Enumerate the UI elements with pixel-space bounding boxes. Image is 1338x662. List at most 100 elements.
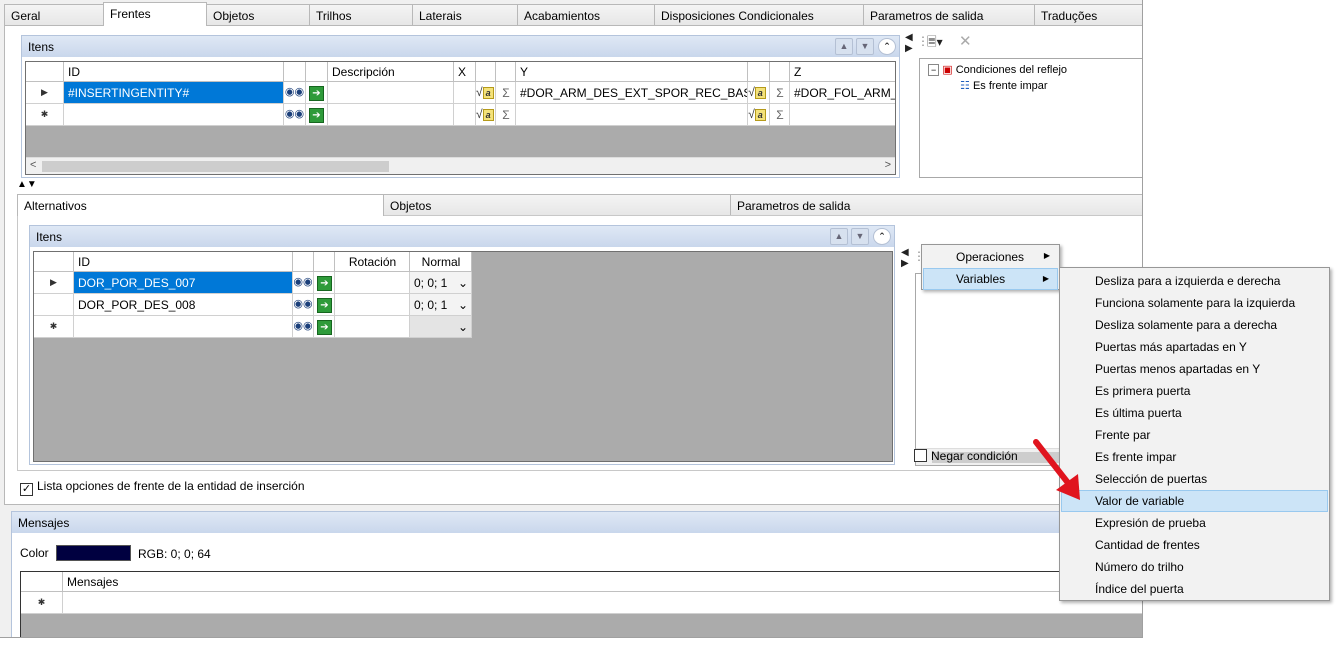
variable-item[interactable]: Desliza para a izquierda e derecha bbox=[1061, 270, 1328, 292]
go-arrow-icon[interactable]: ➔ bbox=[306, 82, 328, 104]
sigma-icon[interactable]: Σ bbox=[770, 82, 790, 104]
new-condition-icon[interactable]: 🗏▾ bbox=[927, 33, 943, 54]
sqrt-formula-icon[interactable]: √ a bbox=[476, 82, 496, 104]
variable-item[interactable]: Funciona solamente para la izquierda bbox=[1061, 292, 1328, 314]
item-id-cell[interactable]: #INSERTINGENTITY# bbox=[64, 82, 284, 104]
normal-dropdown[interactable]: ⌄ bbox=[410, 316, 472, 338]
variable-item[interactable]: Selección de puertas bbox=[1061, 468, 1328, 490]
tree-root[interactable]: − ▣ Condiciones del reflejo bbox=[928, 63, 1067, 76]
tree-child[interactable]: ☷ Es frente impar bbox=[960, 79, 1048, 92]
tab-objetos[interactable]: Objetos bbox=[206, 4, 310, 26]
checkbox-box[interactable] bbox=[914, 449, 927, 462]
binoculars-icon[interactable]: ◉◉ bbox=[293, 294, 314, 316]
move-up-icon[interactable]: ▲ bbox=[830, 228, 848, 245]
chevron-down-icon[interactable]: ⌄ bbox=[458, 320, 468, 337]
variable-item[interactable]: Expresión de prueba bbox=[1061, 512, 1328, 534]
message-cell[interactable] bbox=[63, 592, 1142, 614]
table-row[interactable]: ✱ ◉◉ ➔ ⌄ bbox=[34, 316, 472, 338]
col-normal[interactable]: Normal bbox=[410, 252, 472, 272]
collapse-icon[interactable]: ⌃ bbox=[878, 38, 896, 55]
table-row[interactable]: DOR_POR_DES_008 ◉◉ ➔ 0; 0; 1 ⌄ bbox=[34, 294, 472, 316]
delete-condition-icon[interactable]: ✕ bbox=[959, 32, 972, 50]
tab-alternativos[interactable]: Alternativos bbox=[17, 194, 384, 216]
variable-item-valor-de-variable[interactable]: Valor de variable bbox=[1061, 490, 1328, 512]
item-descripcion-cell[interactable] bbox=[328, 82, 454, 104]
move-down-icon[interactable]: ▼ bbox=[851, 228, 869, 245]
sigma-icon[interactable]: Σ bbox=[496, 82, 516, 104]
tab-parametros-de-salida[interactable]: Parametros de salida bbox=[863, 4, 1035, 26]
variable-item[interactable]: Es primera puerta bbox=[1061, 380, 1328, 402]
go-arrow-icon[interactable]: ➔ bbox=[314, 272, 335, 294]
col-z[interactable]: Z bbox=[790, 62, 895, 82]
alt-rotacion-cell[interactable] bbox=[335, 272, 410, 294]
move-up-icon[interactable]: ▲ bbox=[835, 38, 853, 55]
item-y-cell[interactable] bbox=[516, 104, 748, 126]
tab-geral[interactable]: Geral bbox=[4, 4, 104, 26]
tab-traducoes[interactable]: Traduções bbox=[1034, 4, 1142, 26]
alt-id-cell[interactable]: DOR_POR_DES_007 bbox=[74, 272, 293, 294]
color-swatch[interactable] bbox=[56, 545, 131, 561]
tab-trilhos[interactable]: Trilhos bbox=[309, 4, 413, 26]
tab-acabamientos[interactable]: Acabamientos bbox=[517, 4, 655, 26]
table-row[interactable]: ▶ #INSERTINGENTITY# ◉◉ ➔ √ a Σ #DOR_ARM_D… bbox=[26, 82, 895, 104]
sigma-icon[interactable]: Σ bbox=[770, 104, 790, 126]
variable-item[interactable]: Índice del puerta bbox=[1061, 578, 1328, 600]
items-horizontal-scrollbar[interactable]: < > bbox=[26, 157, 895, 174]
collapse-left-icon[interactable]: ◀ ▶ bbox=[901, 247, 909, 269]
menu-item-variables[interactable]: Variables ▶ bbox=[923, 268, 1058, 290]
tab-sub-objetos[interactable]: Objetos bbox=[383, 194, 731, 216]
go-arrow-icon[interactable]: ➔ bbox=[306, 104, 328, 126]
variable-item[interactable]: Cantidad de frentes bbox=[1061, 534, 1328, 556]
alt-rotacion-cell[interactable] bbox=[335, 316, 410, 338]
scroll-left-icon[interactable]: < bbox=[30, 159, 36, 171]
collapse-left-icon[interactable]: ◀ ▶ bbox=[905, 32, 913, 54]
normal-dropdown[interactable]: 0; 0; 1 ⌄ bbox=[410, 294, 472, 316]
checkmark-icon[interactable]: ✓ bbox=[20, 483, 33, 496]
go-arrow-icon[interactable]: ➔ bbox=[314, 294, 335, 316]
item-x-cell[interactable] bbox=[454, 82, 476, 104]
item-descripcion-cell[interactable] bbox=[328, 104, 454, 126]
alt-id-cell[interactable] bbox=[74, 316, 293, 338]
sqrt-formula-icon[interactable]: √ a bbox=[748, 104, 770, 126]
item-x-cell[interactable] bbox=[454, 104, 476, 126]
item-z-cell[interactable]: #DOR_FOL_ARM_IN bbox=[790, 82, 895, 104]
scroll-thumb[interactable] bbox=[42, 161, 389, 172]
move-down-icon[interactable]: ▼ bbox=[856, 38, 874, 55]
alt-rotacion-cell[interactable] bbox=[335, 294, 410, 316]
col-alt-id[interactable]: ID bbox=[74, 252, 293, 272]
tab-frentes[interactable]: Frentes bbox=[103, 2, 207, 26]
variable-item[interactable]: Es última puerta bbox=[1061, 402, 1328, 424]
variable-item[interactable]: Desliza solamente para a derecha bbox=[1061, 314, 1328, 336]
chevron-down-icon[interactable]: ⌄ bbox=[458, 298, 468, 315]
col-x[interactable]: X bbox=[454, 62, 476, 82]
col-descripcion[interactable]: Descripción bbox=[328, 62, 454, 82]
table-row[interactable]: ▶ DOR_POR_DES_007 ◉◉ ➔ 0; 0; 1 ⌄ bbox=[34, 272, 472, 294]
sqrt-formula-icon[interactable]: √ a bbox=[476, 104, 496, 126]
negate-condition-checkbox[interactable]: Negar condición bbox=[914, 449, 1018, 463]
sqrt-formula-icon[interactable]: √ a bbox=[748, 82, 770, 104]
col-rotacion[interactable]: Rotación bbox=[335, 252, 410, 272]
col-y[interactable]: Y bbox=[516, 62, 748, 82]
tree-expander-icon[interactable]: − bbox=[928, 64, 940, 76]
list-options-checkbox[interactable]: ✓ Lista opciones de frente de la entidad … bbox=[20, 479, 305, 496]
binoculars-icon[interactable]: ◉◉ bbox=[293, 272, 314, 294]
variable-item[interactable]: Puertas más apartadas en Y bbox=[1061, 336, 1328, 358]
binoculars-icon[interactable]: ◉◉ bbox=[284, 82, 306, 104]
binoculars-icon[interactable]: ◉◉ bbox=[293, 316, 314, 338]
alt-id-cell[interactable]: DOR_POR_DES_008 bbox=[74, 294, 293, 316]
variable-item[interactable]: Puertas menos apartadas en Y bbox=[1061, 358, 1328, 380]
item-y-cell[interactable]: #DOR_ARM_DES_EXT_SPOR_REC_BAS#-5 bbox=[516, 82, 748, 104]
table-row[interactable]: ✱ bbox=[21, 592, 1142, 614]
table-row[interactable]: ✱ ◉◉ ➔ √ a Σ √ a Σ bbox=[26, 104, 895, 126]
variable-item[interactable]: Número do trilho bbox=[1061, 556, 1328, 578]
chevron-down-icon[interactable]: ⌄ bbox=[458, 276, 468, 293]
item-id-cell[interactable] bbox=[64, 104, 284, 126]
collapse-icon[interactable]: ⌃ bbox=[873, 228, 891, 245]
tab-laterais[interactable]: Laterais bbox=[412, 4, 518, 26]
variable-item[interactable]: Es frente impar bbox=[1061, 446, 1328, 468]
tab-sub-parametros-de-salida[interactable]: Parametros de salida bbox=[730, 194, 1142, 216]
item-z-cell[interactable] bbox=[790, 104, 895, 126]
normal-dropdown[interactable]: 0; 0; 1 ⌄ bbox=[410, 272, 472, 294]
splitter-arrows-icon[interactable]: ▲▼ bbox=[17, 179, 37, 190]
col-mensajes[interactable]: Mensajes bbox=[63, 572, 1142, 592]
